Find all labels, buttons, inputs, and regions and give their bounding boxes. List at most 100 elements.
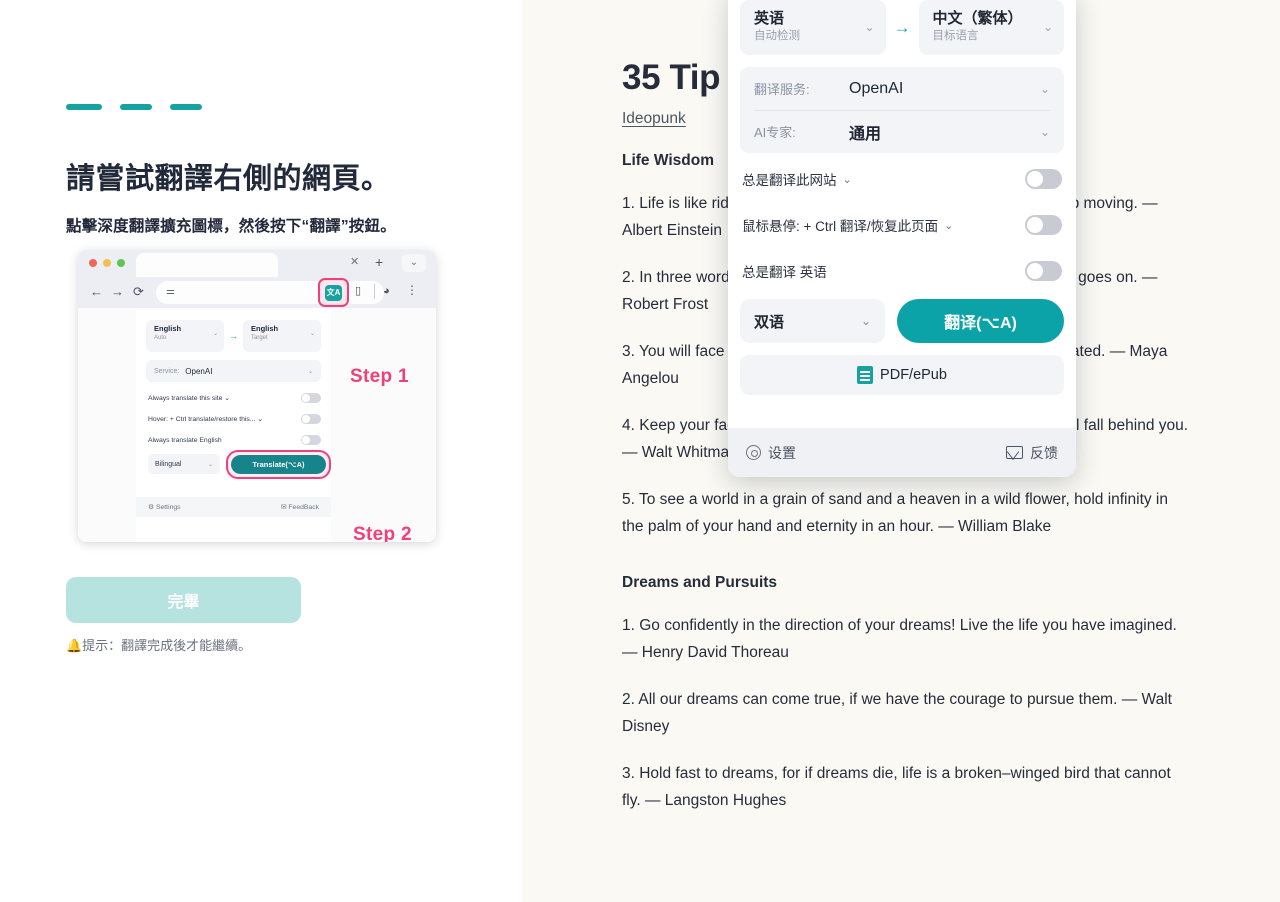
- chevron-down-icon: ⌄: [212, 331, 218, 337]
- chevron-down-icon: ⌄: [307, 368, 313, 375]
- dash-3: [170, 104, 202, 110]
- source-language-select[interactable]: 英语 自动检测 ⌄: [740, 0, 886, 55]
- chevron-down-icon: ⌄: [1039, 124, 1050, 139]
- option-label: 总是翻译此网站: [742, 173, 837, 188]
- plus-icon: +: [375, 254, 384, 270]
- target-language-name: 中文（繁体）: [932, 10, 1023, 27]
- chevron-down-icon: ⌄: [1039, 81, 1050, 96]
- done-button[interactable]: 完畢: [66, 577, 301, 623]
- page-subtitle: 點擊深度翻譯擴充圖標，然後按下“翻譯”按鈕。: [66, 218, 396, 235]
- chevron-down-icon: ⌄: [864, 20, 875, 34]
- article-section-heading-2: Dreams and Pursuits: [622, 574, 778, 592]
- popup-body: 英语 自动检测 ⌄ → 中文（繁体） 目标语言 ⌄ 翻译服务: OpenAI ⌄: [728, 0, 1076, 407]
- chevron-down-icon: ⌄: [309, 331, 315, 337]
- pdf-epub-label: PDF/ePub: [880, 367, 947, 383]
- toggle-hover-translate[interactable]: [1025, 215, 1062, 235]
- mock-page-body: Step 1 Step 2 English Auto ⌄ → English T…: [78, 308, 436, 542]
- popup-footer: 设置 反馈: [728, 428, 1076, 477]
- mock-address-bar: ⚌: [156, 281, 384, 304]
- step-1-label: Step 1: [350, 366, 409, 387]
- dash-2: [120, 104, 152, 110]
- chevron-down-icon: ⌄: [402, 254, 426, 272]
- mock-option-label: Always translate this site ⌄: [148, 395, 231, 402]
- toolbar-divider: [374, 284, 375, 299]
- article-paragraph: 2. All our dreams can come true, if we h…: [622, 691, 1172, 736]
- chevron-down-icon: ⌄: [860, 314, 871, 328]
- mock-feedback-link: ✉ FeedBack: [280, 504, 319, 511]
- arrow-right-icon: →: [229, 331, 238, 341]
- mock-source-language: English Auto ⌄: [146, 320, 224, 352]
- toggle-switch: [301, 414, 321, 424]
- translation-service-label: 翻译服务:: [754, 82, 810, 97]
- document-icon: [857, 366, 874, 384]
- immersive-translate-extension-icon: 文A: [325, 285, 342, 301]
- option-always-translate-site[interactable]: 总是翻译此网站 ⌄: [740, 159, 1064, 199]
- language-selector-row: 英语 自动检测 ⌄ → 中文（繁体） 目标语言 ⌄: [740, 0, 1064, 55]
- ai-expert-row[interactable]: AI专家: 通用 ⌄: [740, 110, 1064, 153]
- tutorial-illustration: ✕ + ⌄ ← → ⟳ ⚌ 文A ▯ ◕ ⋮ Step 1 Step 2 Eng…: [78, 250, 436, 542]
- sidebar-icon: ▯: [355, 285, 362, 297]
- mock-bilingual-select: Bilingual ⌄: [148, 454, 220, 474]
- feedback-button[interactable]: 反馈: [1006, 443, 1058, 463]
- reload-icon: ⟳: [133, 284, 144, 299]
- article-author-link[interactable]: Ideopunk: [622, 110, 686, 128]
- window-traffic-lights: [89, 259, 125, 267]
- hint-text: 🔔提示：翻譯完成後才能繼續。: [66, 638, 252, 653]
- profile-avatar-icon: ◕: [383, 285, 390, 297]
- arrow-right-icon: →: [893, 18, 911, 37]
- gear-icon: [746, 445, 761, 460]
- toggle-switch: [301, 435, 321, 445]
- mock-toolbar: ← → ⟳ ⚌ 文A ▯ ◕ ⋮: [78, 277, 436, 308]
- envelope-icon: [1006, 446, 1023, 459]
- ai-expert-value: 通用: [849, 125, 882, 143]
- page-root: 請嘗試翻譯右側的網頁。 點擊深度翻譯擴充圖標，然後按下“翻譯”按鈕。 ✕ + ⌄…: [0, 0, 1280, 902]
- translate-button[interactable]: 翻译(⌥A): [897, 299, 1064, 343]
- mock-service-row: Service: OpenAI ⌄: [146, 360, 321, 382]
- close-icon: ✕: [350, 256, 360, 268]
- ai-expert-label: AI专家:: [754, 125, 796, 140]
- target-language-sub: 目标语言: [932, 30, 979, 42]
- article-paragraph: 5. To see a world in a grain of sand and…: [622, 491, 1168, 536]
- mock-translate-popup: English Auto ⌄ → English Target ⌄ Servic…: [136, 308, 331, 542]
- chevron-down-icon: ⌄: [207, 461, 213, 468]
- bilingual-mode-select[interactable]: 双语 ⌄: [740, 299, 885, 343]
- option-label: 总是翻译 英语: [742, 265, 827, 280]
- mock-translate-button: Translate(⌥A): [231, 455, 326, 474]
- mock-browser-tab: [136, 253, 278, 277]
- toggle-always-translate-english[interactable]: [1025, 261, 1062, 281]
- action-row: 双语 ⌄ 翻译(⌥A): [740, 299, 1064, 343]
- mock-service-label: Service:: [154, 367, 180, 375]
- mock-service-value: OpenAI: [185, 366, 213, 376]
- immersive-translate-popup[interactable]: 英语 自动检测 ⌄ → 中文（繁体） 目标语言 ⌄ 翻译服务: OpenAI ⌄: [728, 0, 1076, 477]
- settings-label: 设置: [768, 444, 796, 461]
- option-label: 鼠标悬停: + Ctrl 翻译/恢复此页面: [742, 219, 939, 234]
- decorative-dashes: [66, 104, 202, 110]
- translation-service-row[interactable]: 翻译服务: OpenAI ⌄: [740, 67, 1064, 110]
- bilingual-mode-label: 双语: [754, 313, 785, 331]
- page-title: 請嘗試翻譯右側的網頁。: [66, 163, 391, 195]
- toggle-always-translate-site[interactable]: [1025, 169, 1062, 189]
- mock-option-hover: Hover: + Ctrl translate/restore this... …: [148, 412, 321, 426]
- article-paragraph: 1. Go confidently in the direction of yo…: [622, 617, 1177, 662]
- settings-button[interactable]: 设置: [746, 443, 796, 463]
- pdf-epub-button[interactable]: PDF/ePub: [740, 355, 1064, 395]
- mock-tab-bar: ✕ + ⌄: [78, 250, 436, 277]
- feedback-label: 反馈: [1030, 444, 1058, 461]
- overflow-menu-icon: ⋮: [406, 283, 418, 297]
- mock-option-always-english: Always translate English: [148, 433, 321, 447]
- mock-settings-link: ⚙ Settings: [148, 504, 181, 511]
- chevron-down-icon[interactable]: ⌄: [944, 219, 953, 232]
- mock-option-always-site: Always translate this site ⌄: [148, 391, 321, 405]
- tutorial-panel: 請嘗試翻譯右側的網頁。 點擊深度翻譯擴充圖標，然後按下“翻譯”按鈕。 ✕ + ⌄…: [0, 0, 522, 902]
- tune-icon: ⚌: [166, 286, 175, 297]
- dash-1: [66, 104, 102, 110]
- forward-arrow-icon: →: [111, 284, 124, 299]
- option-always-translate-english[interactable]: 总是翻译 英语: [740, 251, 1064, 291]
- target-language-select[interactable]: 中文（繁体） 目标语言 ⌄: [918, 0, 1064, 55]
- mock-popup-footer: ⚙ Settings ✉ FeedBack: [136, 497, 331, 517]
- back-arrow-icon: ←: [90, 284, 103, 299]
- chevron-down-icon[interactable]: ⌄: [843, 173, 852, 186]
- option-hover-translate[interactable]: 鼠标悬停: + Ctrl 翻译/恢复此页面 ⌄: [740, 205, 1064, 245]
- service-settings-card: 翻译服务: OpenAI ⌄ AI专家: 通用 ⌄: [740, 67, 1064, 153]
- step-2-label: Step 2: [353, 524, 412, 542]
